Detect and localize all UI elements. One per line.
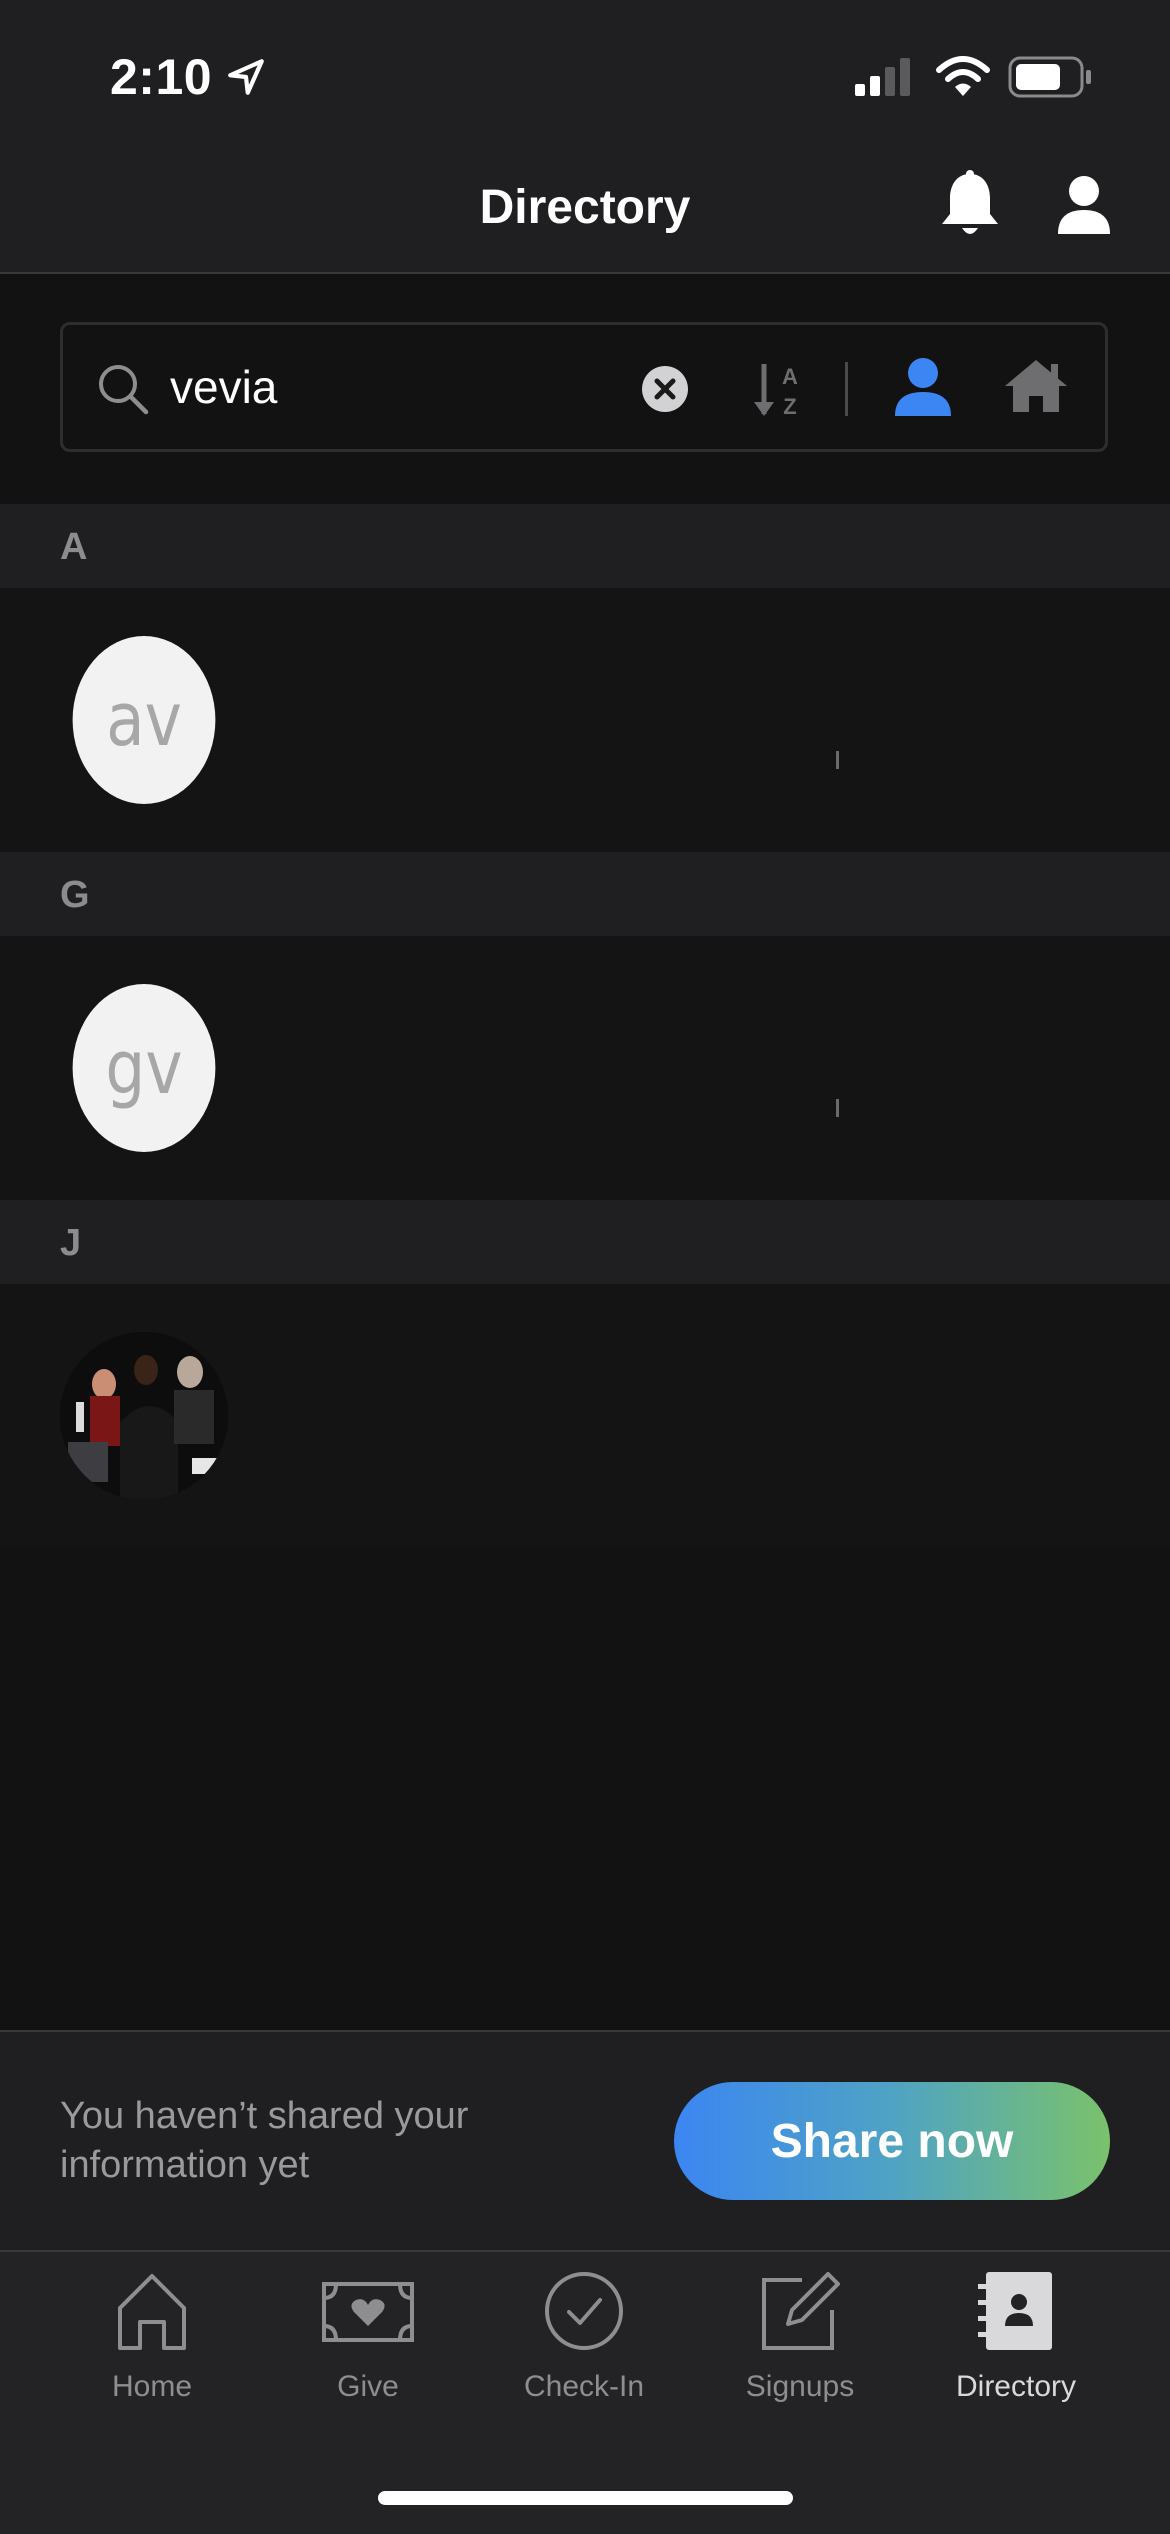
share-now-button[interactable]: Share now [674,2082,1110,2200]
search-icon [99,365,149,415]
section-letter: A [60,526,88,568]
profile-icon[interactable] [1056,174,1112,236]
checkmark-circle-icon [545,2272,623,2350]
edit-icon [762,2272,840,2350]
tab-label: Check-In [523,2370,645,2403]
svg-text:Z: Z [783,394,796,419]
tab-label: Give [337,2370,399,2403]
give-heart-icon [322,2282,414,2342]
location-arrow-icon [228,59,264,95]
row-marker [836,1099,839,1117]
section-letter: G [60,874,90,916]
group-photo-image [60,1332,228,1500]
tab-home[interactable]: Home [52,2270,252,2403]
tab-label: Directory [955,2370,1076,2403]
svg-text:A: A [782,364,798,389]
directory-book-icon [978,2272,1052,2350]
sort-alphabetical-icon[interactable]: A Z [752,360,808,420]
house-icon [118,2274,186,2350]
avatar: av [72,636,216,804]
wifi-icon [936,56,990,96]
tab-check-in[interactable]: Check-In [484,2270,684,2403]
row-marker [836,751,839,769]
home-indicator[interactable] [378,2491,793,2505]
battery-icon [1008,56,1091,98]
cellular-signal-icon [855,58,910,96]
section-header-j [0,1200,1170,1284]
search-input[interactable] [170,350,590,424]
share-message: You haven’t shared your information yet [60,2095,469,2186]
search-divider [845,362,848,416]
tab-give[interactable]: Give [268,2270,468,2403]
clear-search-icon[interactable] [640,364,690,414]
tab-directory[interactable]: Directory [916,2270,1116,2403]
avatar-photo [60,1332,228,1500]
tab-label: Signups [745,2370,855,2403]
section-header-g [0,852,1170,936]
household-filter-icon[interactable] [1003,358,1069,414]
tab-signups[interactable]: Signups [700,2270,900,2403]
status-time: 2:10 [110,49,213,105]
section-letter: J [60,1222,82,1264]
section-header-a [0,504,1170,588]
tab-label: Home [111,2370,193,2403]
notifications-bell-icon[interactable] [938,170,1002,242]
person-filter-icon[interactable] [893,356,953,418]
avatar: gv [72,984,216,1152]
